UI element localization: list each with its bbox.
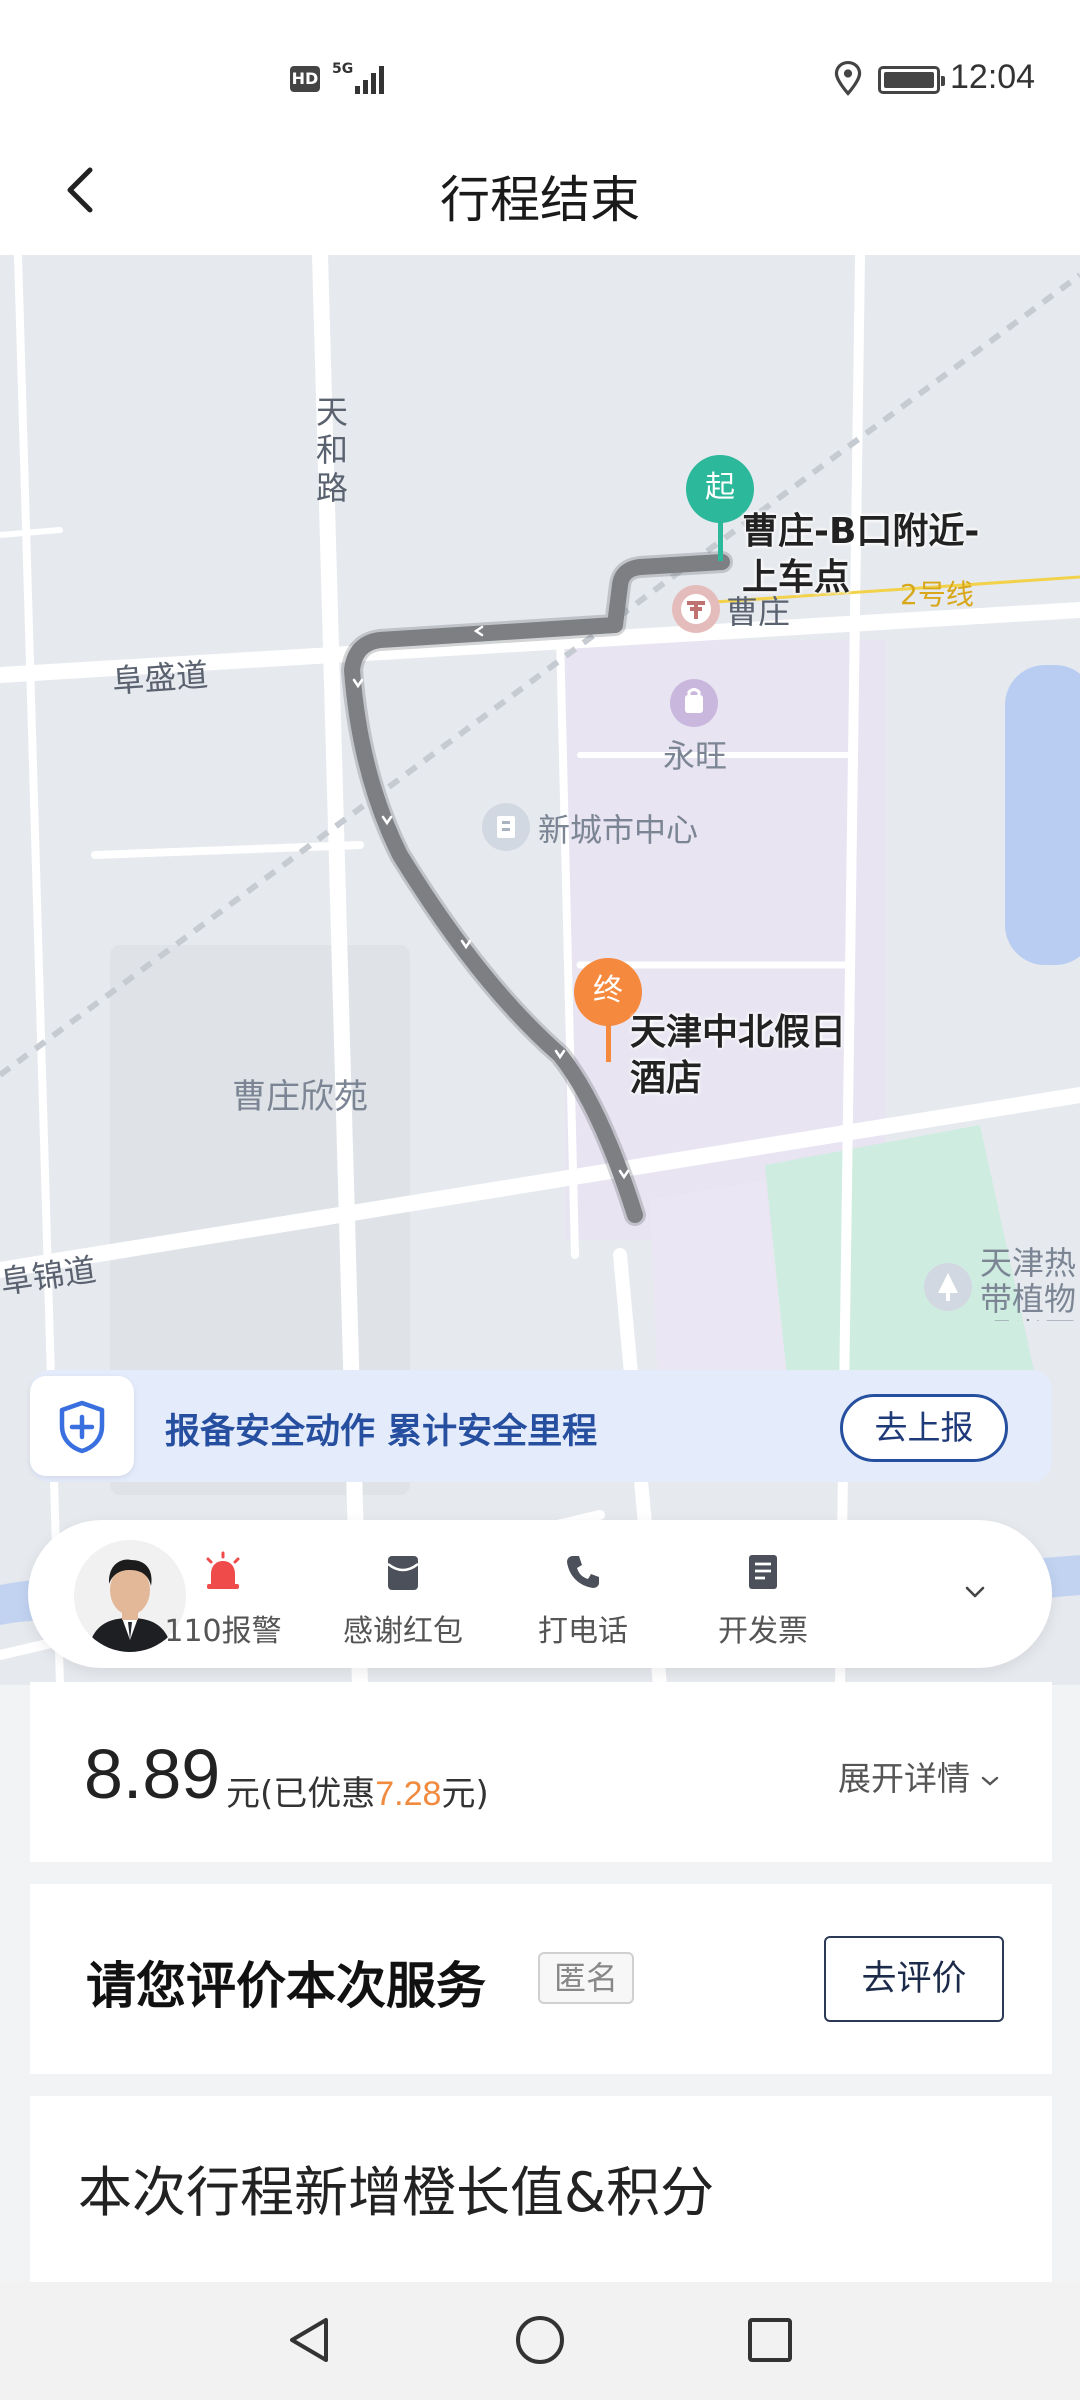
- invoice-button[interactable]: 开发票: [678, 1550, 848, 1650]
- invoice-icon: [749, 1555, 777, 1589]
- poi-label: 曹庄欣苑: [232, 1077, 368, 1117]
- subway-station-icon: [672, 585, 720, 633]
- driver-action-bar: 110报警 感谢红包 打电话 开发票: [28, 1520, 1052, 1668]
- chevron-down-icon[interactable]: [958, 1575, 992, 1609]
- battery-icon: [878, 66, 945, 94]
- thank-you-envelope-label: 感谢红包: [343, 1614, 463, 1649]
- anonymous-badge: 匿名: [538, 1952, 635, 2004]
- emergency-call-button[interactable]: 110报警: [138, 1550, 308, 1650]
- road-label: 天和路: [315, 393, 348, 507]
- end-pin-stem: [606, 1024, 611, 1062]
- expand-details-button[interactable]: 展开详情: [838, 1752, 1002, 1800]
- emergency-call-label: 110报警: [164, 1614, 282, 1649]
- call-driver-label: 打电话: [538, 1614, 628, 1649]
- rating-title: 请您评价本次服务: [86, 1957, 486, 2015]
- shopping-icon: [670, 679, 718, 727]
- shield-box: [30, 1376, 134, 1476]
- road-label: 阜盛道: [110, 655, 210, 701]
- building-icon: [482, 803, 530, 851]
- poi-label: 新城市中心: [538, 811, 699, 849]
- fare-unit-suffix: 元): [441, 1774, 489, 1814]
- report-button[interactable]: 去上报: [840, 1394, 1008, 1462]
- poi-label: 永旺: [663, 737, 728, 775]
- end-location-label: 天津中北假日酒店: [630, 1012, 847, 1099]
- network-type: 5G: [332, 61, 354, 77]
- nav-bar: 行程结束: [0, 130, 1080, 255]
- shield-icon: [59, 1400, 105, 1454]
- fare-unit-prefix: 元(已优惠: [226, 1774, 376, 1814]
- rate-button[interactable]: 去评价: [824, 1936, 1004, 2022]
- status-bar: HD 5G 12:04: [0, 0, 1080, 130]
- location-icon: [834, 60, 862, 96]
- hd-icon: HD: [290, 66, 320, 92]
- start-location-label: 曹庄-B口附近-上车点: [742, 511, 980, 598]
- nav-home-icon[interactable]: [512, 2312, 568, 2368]
- growth-points-card[interactable]: 本次行程新增橙长值&积分: [30, 2096, 1052, 2286]
- fare-amount: 8.89: [84, 1735, 221, 1813]
- alarm-icon: [206, 1551, 240, 1589]
- chevron-down-icon: [981, 1776, 999, 1786]
- safety-banner[interactable]: 报备安全动作 累计安全里程 去上报: [30, 1370, 1052, 1482]
- rating-card: 请您评价本次服务 匿名 去评价: [30, 1884, 1052, 2074]
- fare-card: 8.89 元(已优惠7.28元) 展开详情: [30, 1682, 1052, 1862]
- safety-text: 报备安全动作 累计安全里程: [165, 1412, 598, 1452]
- fare-unit: 元(已优惠7.28元): [226, 1766, 489, 1815]
- park-icon: [924, 1263, 972, 1311]
- start-pin-stem: [718, 521, 723, 561]
- system-nav-bar: [0, 2282, 1080, 2400]
- phone-icon: [567, 1556, 599, 1588]
- thank-you-envelope-button[interactable]: 感谢红包: [318, 1550, 488, 1650]
- signal-icon: [355, 62, 387, 94]
- nav-recents-icon[interactable]: [742, 2312, 798, 2368]
- call-driver-button[interactable]: 打电话: [498, 1550, 668, 1650]
- expand-details-label: 展开详情: [838, 1759, 970, 1798]
- red-envelope-icon: [387, 1556, 419, 1590]
- clock: 12:04: [950, 58, 1036, 96]
- growth-points-title: 本次行程新增橙长值&积分: [78, 2161, 715, 2224]
- nav-back-icon[interactable]: [282, 2312, 338, 2368]
- poi-label: 天津热带植物观光园: [980, 1245, 1077, 1321]
- page-title: 行程结束: [440, 171, 640, 229]
- fare-discount: 7.28: [375, 1775, 442, 1813]
- invoice-label: 开发票: [718, 1614, 808, 1649]
